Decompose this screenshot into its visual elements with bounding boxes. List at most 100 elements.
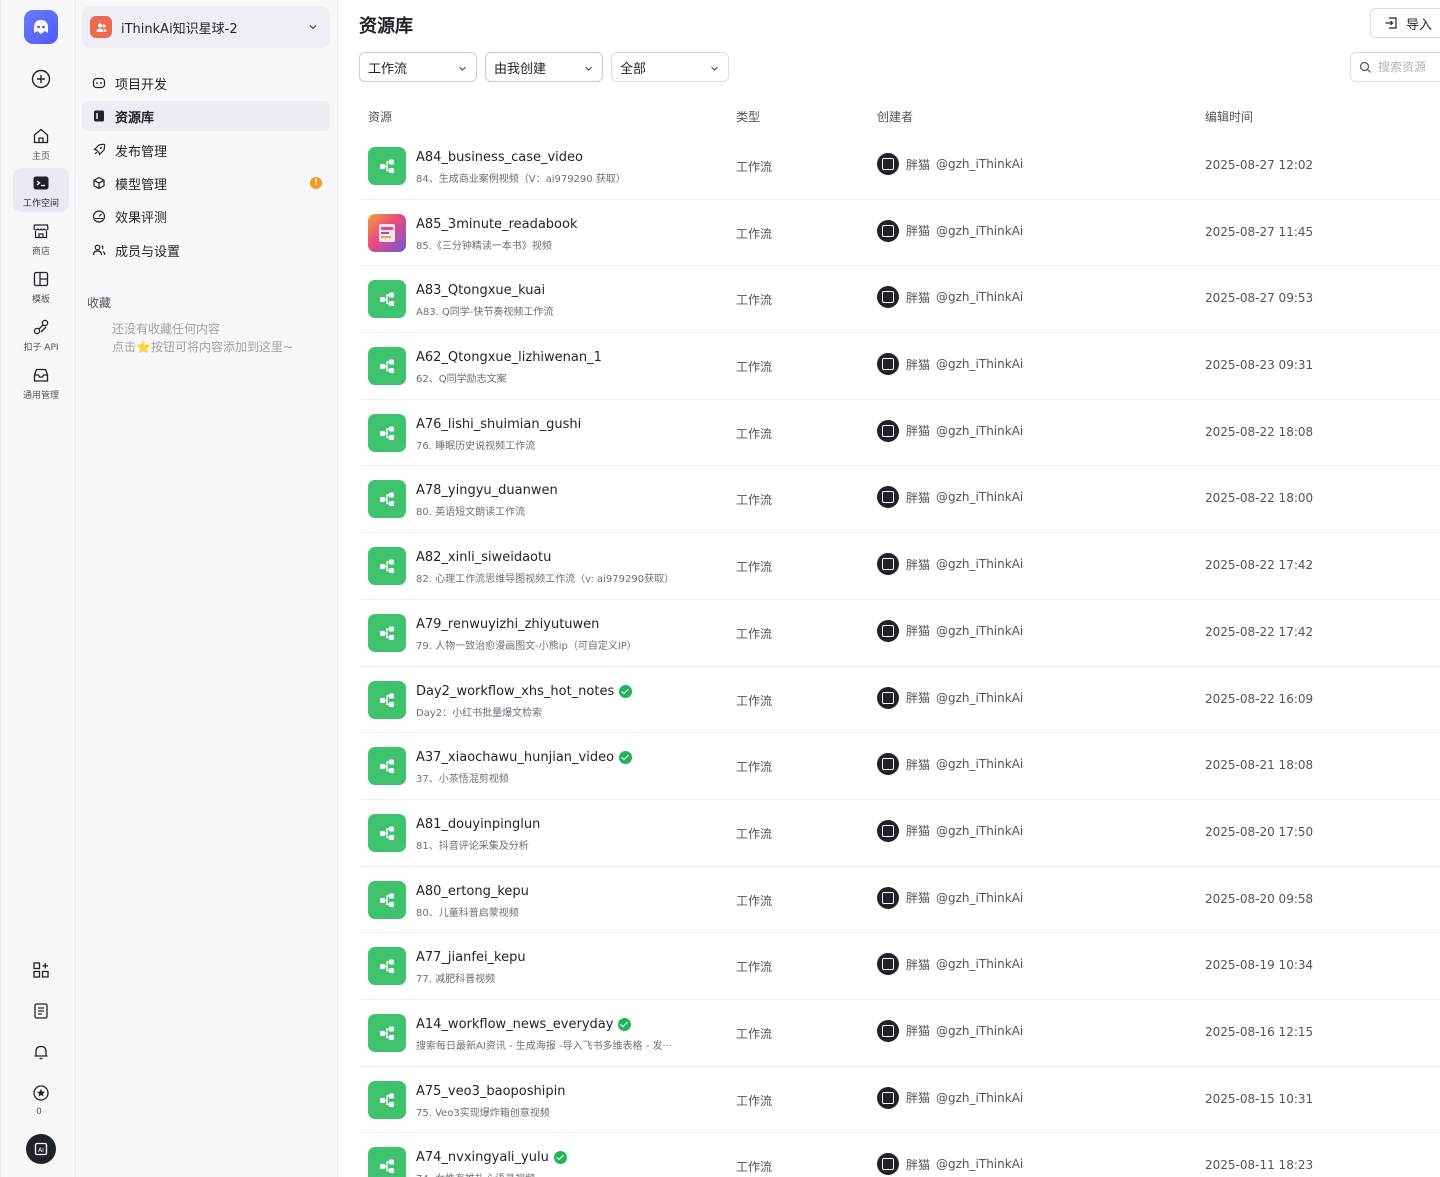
table-row[interactable]: A85_3minute_readabook 85.《三分钟精读一本书》视频 工作流 胖… <box>359 200 1440 267</box>
table-row[interactable]: A79_renwuyizhi_zhiyutuwen 79. 人物一致治愈漫画图文-… <box>359 600 1440 667</box>
resource-name[interactable]: A62_Qtongxue_lizhiwenan_1 <box>416 350 602 365</box>
table-row[interactable]: A78_yingyu_duanwen 80. 英语短文朗读工作流 工作流 胖猫 @gzh… <box>359 466 1440 534</box>
resource-desc: 75. Veo3实现爆炸箱创意视频 <box>416 1107 550 1119</box>
resource-creator: 胖猫 @gzh_iThinkAi <box>877 419 1023 442</box>
creator-handle: @gzh_iThinkAi <box>936 623 1024 638</box>
search-input[interactable] <box>1378 60 1440 74</box>
resource-type: 工作流 <box>736 1093 773 1108</box>
table-row[interactable]: Day2_workflow_xhs_hot_notes Day2：小红书批量爆文检… <box>359 667 1440 734</box>
rail-workspace[interactable]: 工作空间 <box>13 168 69 212</box>
col-type[interactable]: 类型 <box>736 108 760 125</box>
chevron-down-icon <box>309 25 317 30</box>
resource-name-text: A74_nvxingyali_yulu <box>416 1150 549 1166</box>
search-icon <box>1359 61 1371 73</box>
chevron-down-icon <box>585 66 592 71</box>
resource-name[interactable]: A75_veo3_baoposhipin <box>416 1084 565 1099</box>
app-logo[interactable] <box>24 10 58 44</box>
rail-general[interactable]: 通用管理 <box>13 360 69 404</box>
rail-api[interactable]: 扣子 API <box>13 312 69 356</box>
table-row[interactable]: A74_nvxingyali_yulu 74. 女性有推扎心语录视频 工作流 胖猫 @g… <box>359 1133 1440 1177</box>
resource-desc: 82. 心理工作流思维导图视频工作流（v: ai979290获取） <box>416 574 675 586</box>
creator-handle: @gzh_iThinkAi <box>936 357 1024 372</box>
gauge-icon <box>92 210 106 223</box>
resource-name[interactable]: A80_ertong_kepu <box>416 884 529 899</box>
resource-desc: 84、生成商业案例视频（V：ai979290 获取） <box>416 174 626 185</box>
table-row[interactable]: A14_workflow_news_everyday 搜索每日最新AI资讯 - 生… <box>359 1000 1440 1067</box>
rail-store[interactable]: 商店 <box>13 216 69 260</box>
nav-members[interactable]: 成员与设置 <box>82 235 330 265</box>
resource-icon <box>368 147 406 185</box>
docs-button[interactable] <box>29 999 53 1023</box>
table-row[interactable]: A76_lishi_shuimian_gushi 76. 睡眠历史说视频工作流 工作… <box>359 400 1440 467</box>
book-cover-icon <box>379 223 395 242</box>
resource-name[interactable]: A76_lishi_shuimian_gushi <box>416 417 581 432</box>
table-row[interactable]: A75_veo3_baoposhipin 75. Veo3实现爆炸箱创意视频 工作流… <box>359 1067 1440 1134</box>
resource-name[interactable]: A79_renwuyizhi_zhiyutuwen <box>416 617 599 632</box>
resource-icon <box>368 1147 406 1177</box>
filter-type[interactable]: 工作流 <box>359 52 477 82</box>
workflow-icon <box>380 893 394 907</box>
nav-publish[interactable]: 发布管理 <box>82 135 330 165</box>
creator-handle: @gzh_iThinkAi <box>936 823 1024 838</box>
search-box[interactable] <box>1350 52 1440 82</box>
filter-status[interactable]: 全部 <box>611 52 729 82</box>
table-row[interactable]: A84_business_case_video 84、生成商业案例视频（V：ai9… <box>359 133 1440 200</box>
resource-creator: 胖猫 @gzh_iThinkAi <box>877 953 1023 976</box>
resource-name[interactable]: A37_xiaochawu_hunjian_video <box>416 750 633 765</box>
nav-project-dev[interactable]: 项目开发 <box>82 68 330 98</box>
table-row[interactable]: A80_ertong_kepu 80、儿童科普启蒙视频 工作流 胖猫 @gzh_iThi… <box>359 867 1440 934</box>
resource-icon <box>368 347 406 386</box>
resource-name[interactable]: A83_Qtongxue_kuai <box>416 283 545 298</box>
resource-creator: 胖猫 @gzh_iThinkAi <box>877 353 1024 376</box>
resource-name[interactable]: A14_workflow_news_everyday <box>416 1017 632 1032</box>
rail-template[interactable]: 模板 <box>13 264 69 308</box>
resource-name[interactable]: A78_yingyu_duanwen <box>416 483 558 498</box>
model-icon <box>93 176 105 190</box>
create-button[interactable] <box>30 68 52 90</box>
resource-type: 工作流 <box>736 226 773 241</box>
workflow-icon <box>380 492 394 507</box>
nav-models[interactable]: 模型管理 ! <box>82 168 330 198</box>
resource-desc: 80、儿童科普启蒙视频 <box>416 907 519 919</box>
points-button[interactable] <box>29 1081 53 1105</box>
creator-handle: @gzh_iThinkAi <box>936 223 1024 238</box>
col-edited[interactable]: 编辑时间 <box>1205 108 1253 125</box>
creator-avatar-icon <box>877 1019 899 1042</box>
notifications-button[interactable] <box>29 1040 53 1064</box>
creator-name: 胖猫 <box>906 1091 931 1106</box>
resource-edit-time: 2025-08-22 18:00 <box>1205 491 1314 506</box>
apps-button[interactable] <box>29 958 53 982</box>
nav-evaluation[interactable]: 效果评测 <box>82 201 330 231</box>
workspace-sidebar: iThinkAi知识星球-2 项目开发 资源库 发布管理 模型管理 ! 效果评测… <box>76 0 338 1177</box>
resource-name[interactable]: Day2_workflow_xhs_hot_notes <box>416 684 633 699</box>
import-button[interactable]: 导入 <box>1370 8 1440 38</box>
resource-name[interactable]: A84_business_case_video <box>416 150 583 165</box>
nav-library[interactable]: 资源库 <box>82 101 330 131</box>
creator-name: 胖猫 <box>906 424 931 439</box>
table-row[interactable]: A83_Qtongxue_kuai A83. Q同学-快节奏视频工作流 工作流 胖猫 @… <box>359 266 1440 334</box>
resource-name[interactable]: A74_nvxingyali_yulu <box>416 1150 567 1165</box>
user-avatar[interactable]: AI <box>26 1134 56 1164</box>
space-selector[interactable]: iThinkAi知识星球-2 <box>82 6 330 48</box>
resource-name[interactable]: A85_3minute_readabook <box>416 217 577 232</box>
nav-label: 成员与设置 <box>115 244 181 260</box>
workflow-icon <box>380 826 394 840</box>
warning-badge: ! <box>310 177 322 189</box>
col-creator[interactable]: 创建者 <box>877 108 913 125</box>
col-resource[interactable]: 资源 <box>368 108 392 125</box>
filter-creator[interactable]: 由我创建 <box>485 52 603 82</box>
resource-name[interactable]: A77_jianfei_kepu <box>416 950 526 965</box>
template-icon <box>33 271 49 287</box>
resource-icon <box>368 747 406 786</box>
table-row[interactable]: A37_xiaochawu_hunjian_video 37、小茶悟混剪视频 工作流… <box>359 733 1440 800</box>
resource-name[interactable]: A82_xinli_siweidaotu <box>416 550 551 565</box>
table-row[interactable]: A62_Qtongxue_lizhiwenan_1 62、Q同学励志文案 工作流 胖猫… <box>359 333 1440 400</box>
library-icon <box>94 110 104 122</box>
resource-creator: 胖猫 @gzh_iThinkAi <box>877 886 1023 909</box>
table-row[interactable]: A81_douyinpinglun 81、抖音评论采集及分析 工作流 胖猫 @gzh_i… <box>359 800 1440 867</box>
resource-name[interactable]: A81_douyinpinglun <box>416 817 540 832</box>
table-row[interactable]: A77_jianfei_kepu 77. 减肥科普视频 工作流 胖猫 @gzh_iThi… <box>359 933 1440 1000</box>
resource-icon <box>368 1013 406 1052</box>
rail-home[interactable]: 主页 <box>13 121 69 165</box>
table-row[interactable]: A82_xinli_siweidaotu 82. 心理工作流思维导图视频工作流（v… <box>359 533 1440 600</box>
